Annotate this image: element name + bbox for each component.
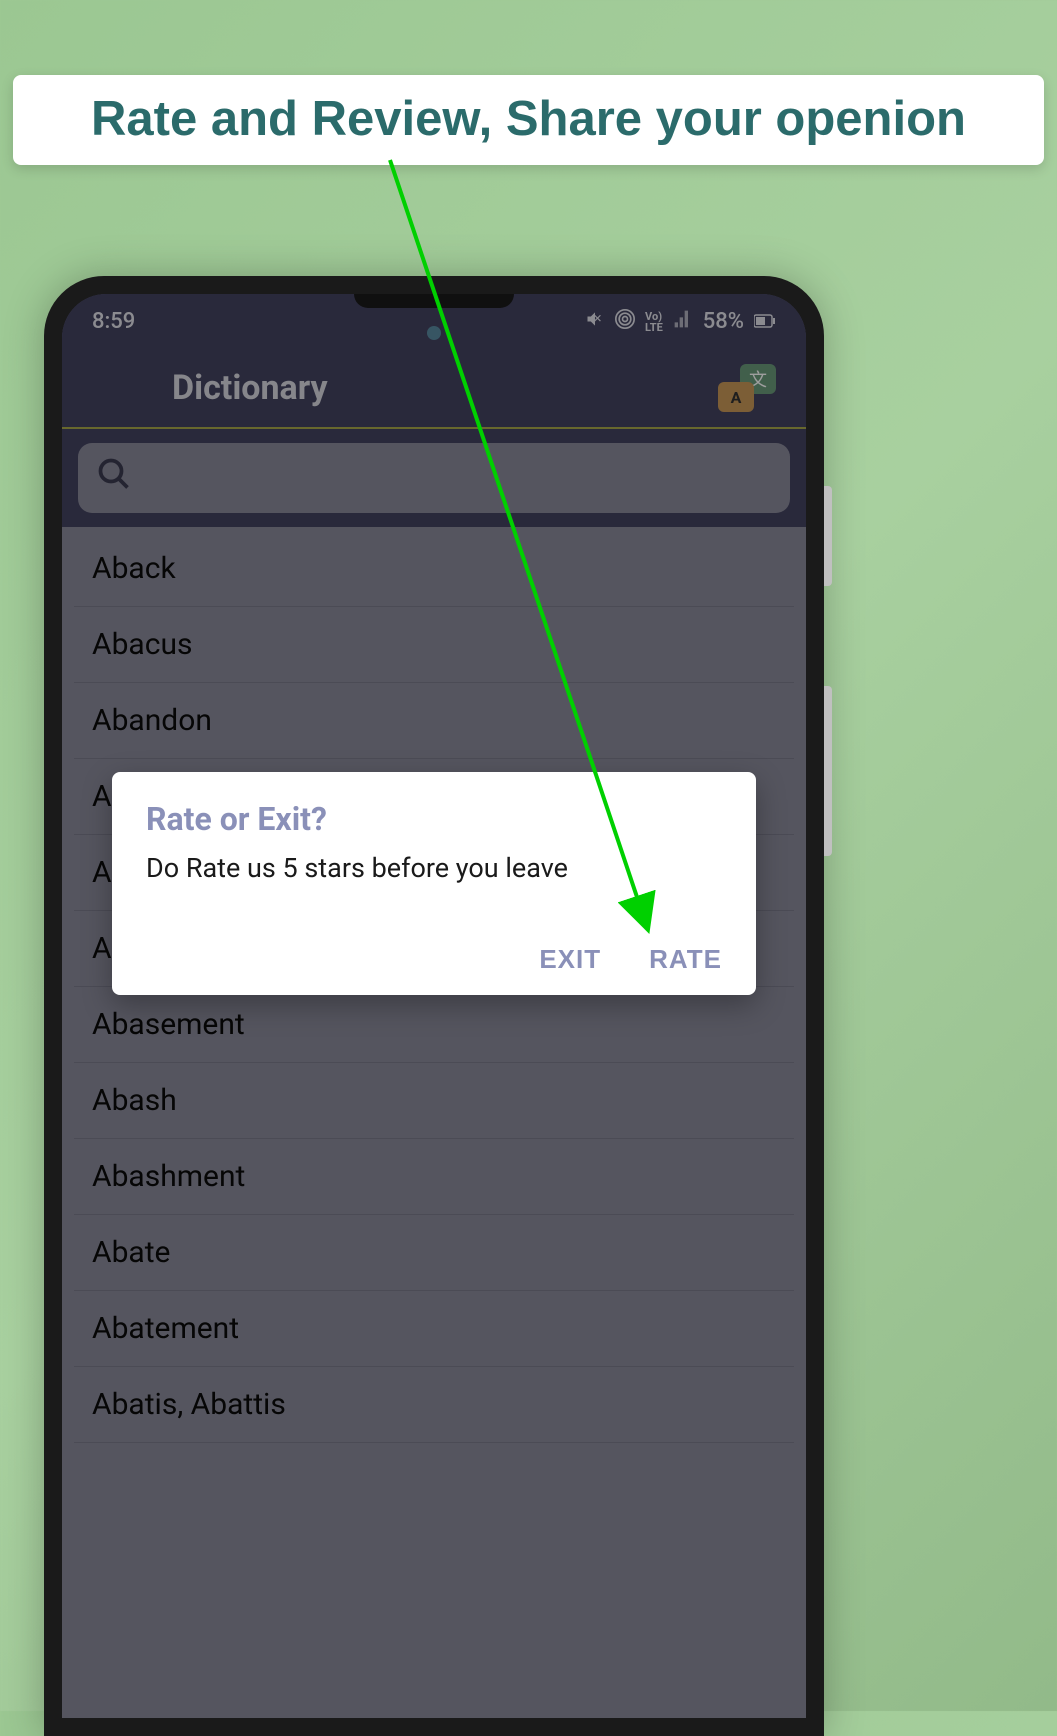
battery-text: 58% bbox=[703, 309, 744, 334]
list-item[interactable]: Abash bbox=[74, 1063, 794, 1139]
translate-icon[interactable]: 文 A bbox=[718, 364, 776, 412]
phone-side-button bbox=[824, 686, 832, 856]
list-item[interactable]: Abate bbox=[74, 1215, 794, 1291]
translate-icon-front: A bbox=[718, 382, 754, 412]
hotspot-icon bbox=[615, 309, 635, 335]
phone-screen: 8:59 Vo)LTE 58% Dictionary bbox=[62, 294, 806, 1718]
list-item[interactable]: Abatis, Abattis bbox=[74, 1367, 794, 1443]
phone-notch bbox=[354, 294, 514, 308]
mute-icon bbox=[585, 309, 605, 335]
status-icons: Vo)LTE 58% bbox=[585, 309, 776, 335]
list-item[interactable]: Abashment bbox=[74, 1139, 794, 1215]
banner-text: Rate and Review, Share your openion bbox=[29, 93, 1028, 147]
search-input[interactable] bbox=[78, 443, 790, 513]
app-title: Dictionary bbox=[172, 368, 328, 408]
search-icon bbox=[96, 456, 132, 500]
phone-camera bbox=[427, 326, 441, 340]
dialog-message: Do Rate us 5 stars before you leave bbox=[146, 852, 722, 884]
list-item[interactable]: Abasement bbox=[74, 987, 794, 1063]
phone-frame: 8:59 Vo)LTE 58% Dictionary bbox=[44, 276, 824, 1736]
list-item[interactable]: Abacus bbox=[74, 607, 794, 683]
dialog-title: Rate or Exit? bbox=[146, 800, 722, 838]
dialog-actions: EXIT RATE bbox=[146, 944, 722, 975]
word-list[interactable]: Aback Abacus Abandon A A A Abasement Aba… bbox=[62, 527, 806, 1718]
phone-side-button bbox=[824, 486, 832, 586]
volte-icon: Vo)LTE bbox=[645, 311, 663, 333]
list-item[interactable]: Abatement bbox=[74, 1291, 794, 1367]
rate-button[interactable]: RATE bbox=[649, 944, 722, 975]
exit-button[interactable]: EXIT bbox=[539, 944, 601, 975]
status-time: 8:59 bbox=[92, 309, 135, 334]
app-header: Dictionary 文 A bbox=[62, 349, 806, 429]
list-item[interactable]: Abandon bbox=[74, 683, 794, 759]
rate-dialog: Rate or Exit? Do Rate us 5 stars before … bbox=[112, 772, 756, 995]
promo-banner: Rate and Review, Share your openion bbox=[13, 75, 1044, 165]
list-item[interactable]: Aback bbox=[74, 531, 794, 607]
search-bar-container bbox=[62, 429, 806, 527]
battery-icon bbox=[754, 309, 776, 334]
signal-icon bbox=[673, 309, 693, 335]
